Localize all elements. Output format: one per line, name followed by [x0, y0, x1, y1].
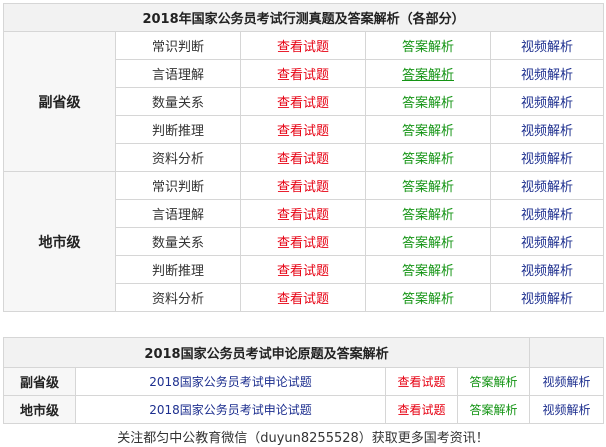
- view-questions-link[interactable]: 查看试题: [240, 59, 366, 88]
- view-questions-link[interactable]: 查看试题: [240, 255, 366, 284]
- group-fushengji: 副省级: [3, 31, 116, 172]
- video-analysis-link[interactable]: 视频解析: [489, 115, 605, 144]
- subject-label: 数量关系: [115, 227, 241, 256]
- subject-label: 言语理解: [115, 59, 241, 88]
- group-fushengji: 副省级: [3, 367, 76, 396]
- view-questions-link[interactable]: 查看试题: [240, 227, 366, 256]
- footer-notice: 关注都匀中公教育微信（duyun8255528）获取更多国考资讯！: [117, 431, 489, 446]
- answer-analysis-link[interactable]: 答案解析: [365, 31, 491, 60]
- subject-label: 资料分析: [115, 143, 241, 172]
- video-analysis-link[interactable]: 视频解析: [489, 31, 605, 60]
- subject-label: 判断推理: [115, 115, 241, 144]
- shenlun-paper-link[interactable]: 2018国家公务员考试申论试题: [75, 367, 386, 396]
- view-questions-link[interactable]: 查看试题: [240, 199, 366, 228]
- video-analysis-link[interactable]: 视频解析: [529, 395, 604, 424]
- subject-label: 数量关系: [115, 87, 241, 116]
- video-analysis-link[interactable]: 视频解析: [489, 171, 605, 200]
- video-analysis-link[interactable]: 视频解析: [529, 367, 604, 396]
- group-dishiji: 地市级: [3, 395, 76, 424]
- view-questions-link[interactable]: 查看试题: [240, 143, 366, 172]
- view-questions-link[interactable]: 查看试题: [240, 283, 366, 312]
- subject-label: 言语理解: [115, 199, 241, 228]
- video-analysis-link[interactable]: 视频解析: [489, 59, 605, 88]
- answer-analysis-link[interactable]: 答案解析: [365, 227, 491, 256]
- video-analysis-link[interactable]: 视频解析: [489, 87, 605, 116]
- shenlun-table: 2018国家公务员考试申论原题及答案解析 副省级 2018国家公务员考试申论试题…: [3, 337, 604, 424]
- subject-label: 判断推理: [115, 255, 241, 284]
- video-analysis-link[interactable]: 视频解析: [489, 255, 605, 284]
- xingce-table: 2018年国家公务员考试行测真题及答案解析（各部分） 副省级 常识判断 查看试题…: [2, 3, 605, 312]
- shenlun-table-title: 2018国家公务员考试申论原题及答案解析: [3, 337, 530, 368]
- answer-analysis-link[interactable]: 答案解析: [457, 395, 530, 424]
- group-dishiji: 地市级: [3, 171, 116, 312]
- subject-label: 常识判断: [115, 171, 241, 200]
- xingce-table-title: 2018年国家公务员考试行测真题及答案解析（各部分）: [2, 3, 605, 32]
- answer-analysis-link[interactable]: 答案解析: [457, 367, 530, 396]
- answer-analysis-link[interactable]: 答案解析: [365, 255, 491, 284]
- answer-analysis-link[interactable]: 答案解析: [365, 143, 491, 172]
- answer-analysis-link[interactable]: 答案解析: [365, 87, 491, 116]
- title-empty-cell: [529, 337, 604, 368]
- video-analysis-link[interactable]: 视频解析: [489, 143, 605, 172]
- video-analysis-link[interactable]: 视频解析: [489, 283, 605, 312]
- video-analysis-link[interactable]: 视频解析: [489, 227, 605, 256]
- answer-analysis-link[interactable]: 答案解析: [365, 199, 491, 228]
- answer-analysis-link[interactable]: 答案解析: [365, 283, 491, 312]
- view-questions-link[interactable]: 查看试题: [240, 171, 366, 200]
- shenlun-paper-link[interactable]: 2018国家公务员考试申论试题: [75, 395, 386, 424]
- view-questions-link[interactable]: 查看试题: [240, 115, 366, 144]
- subject-label: 资料分析: [115, 283, 241, 312]
- view-questions-link[interactable]: 查看试题: [240, 87, 366, 116]
- answer-analysis-link[interactable]: 答案解析: [365, 59, 491, 88]
- view-questions-link[interactable]: 查看试题: [385, 367, 458, 396]
- video-analysis-link[interactable]: 视频解析: [489, 199, 605, 228]
- answer-analysis-link[interactable]: 答案解析: [365, 115, 491, 144]
- view-questions-link[interactable]: 查看试题: [240, 31, 366, 60]
- view-questions-link[interactable]: 查看试题: [385, 395, 458, 424]
- answer-analysis-link[interactable]: 答案解析: [365, 171, 491, 200]
- subject-label: 常识判断: [115, 31, 241, 60]
